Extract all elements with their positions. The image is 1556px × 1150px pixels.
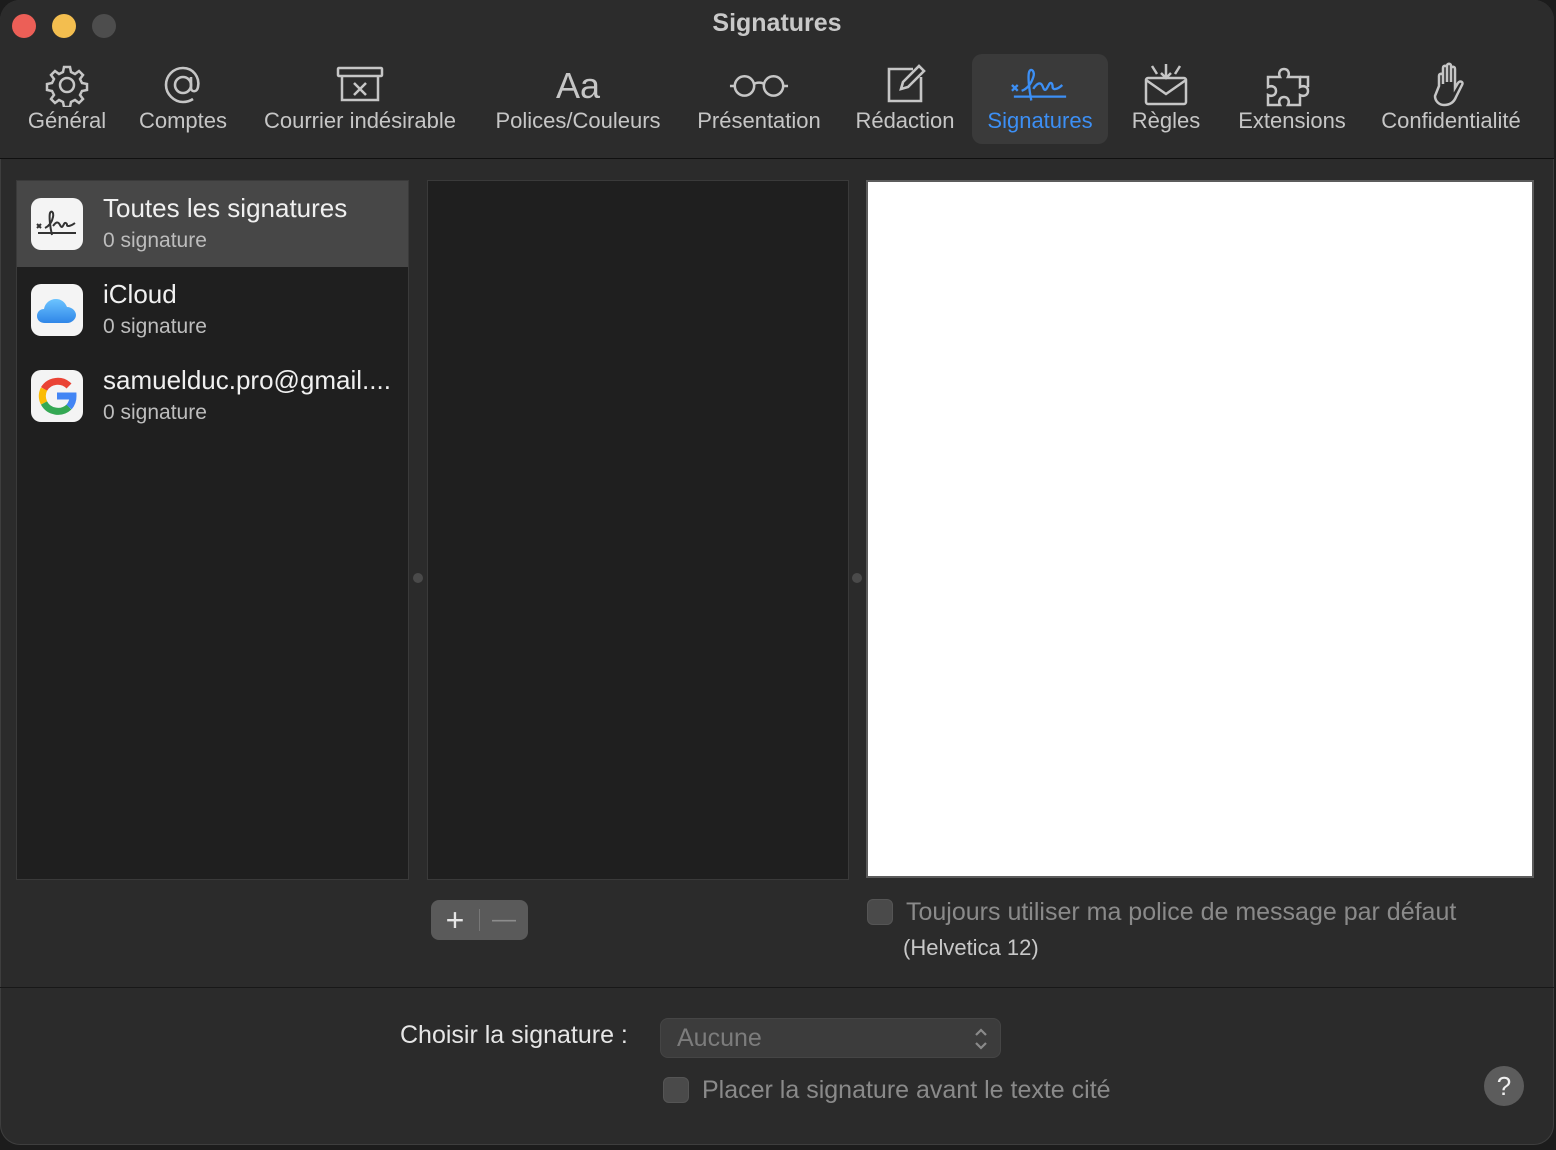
account-name: Toutes les signatures [103,193,348,223]
remove-signature-button[interactable]: — [480,900,528,940]
account-item-all-signatures[interactable]: Toutes les signatures 0 signature [17,181,408,267]
accounts-list: Toutes les signatures 0 signature iCloud… [16,180,409,880]
puzzle-icon [1262,62,1322,108]
tab-accounts[interactable]: Comptes [128,54,238,144]
fonts-icon: Aa [548,62,608,108]
window-title: Signatures [712,9,842,37]
choose-signature-value: Aucune [677,1024,762,1052]
google-icon [31,370,83,422]
default-font-checkbox[interactable] [867,899,893,925]
default-font-label: Toujours utiliser ma police de message p… [906,898,1457,926]
splitter-handle[interactable] [852,573,862,583]
gear-icon [37,62,97,108]
tab-junk[interactable]: Courrier indésirable [250,54,470,144]
hand-icon [1421,62,1481,108]
at-icon [153,62,213,108]
tab-general[interactable]: Général [16,54,118,144]
account-item-gmail[interactable]: samuelduc.pro@gmail.... 0 signature [17,353,408,439]
tab-extensions-label: Extensions [1238,108,1346,133]
tab-signatures-label: Signatures [987,108,1093,133]
tab-extensions[interactable]: Extensions [1226,54,1358,144]
tab-fonts-colors[interactable]: Aa Polices/Couleurs [484,54,672,144]
tab-rules-label: Règles [1131,108,1201,133]
compose-icon [875,62,935,108]
help-button[interactable]: ? [1484,1066,1524,1106]
place-before-quote-label: Placer la signature avant le texte cité [702,1076,1111,1104]
signature-editor[interactable] [866,180,1534,878]
account-item-icloud[interactable]: iCloud 0 signature [17,267,408,353]
junk-box-icon [330,62,390,108]
tab-accounts-label: Comptes [138,108,228,133]
account-signature-count: 0 signature [103,401,207,424]
section-divider [0,987,1554,988]
add-signature-button[interactable]: + [431,900,479,940]
chevron-up-down-icon [972,1025,990,1053]
account-signature-count: 0 signature [103,229,207,252]
background-strip [0,1145,1556,1150]
icloud-icon [31,284,83,336]
place-before-quote-checkbox[interactable] [663,1077,689,1103]
signatures-list[interactable] [427,180,849,880]
splitter-handle[interactable] [413,573,423,583]
tab-composing[interactable]: Rédaction [846,54,964,144]
tab-rules[interactable]: Règles [1120,54,1212,144]
toolbar: Signatures Général Comptes Courrier indé… [0,0,1554,159]
tab-junk-label: Courrier indésirable [264,108,456,133]
tab-privacy-label: Confidentialité [1381,108,1521,133]
tab-composing-label: Rédaction [855,108,955,133]
tab-general-label: Général [27,108,107,133]
rules-envelope-icon [1136,62,1196,108]
tab-viewing[interactable]: Présentation [686,54,832,144]
preferences-window: Signatures Général Comptes Courrier indé… [0,0,1554,1145]
tab-privacy[interactable]: Confidentialité [1368,54,1534,144]
choose-signature-popup[interactable]: Aucune [660,1018,1001,1058]
signature-icon [1010,62,1070,108]
account-name: iCloud [103,279,177,309]
account-name: samuelduc.pro@gmail.... [103,365,391,395]
tab-fonts-colors-label: Polices/Couleurs [495,108,661,133]
glasses-icon [729,62,789,108]
svg-text:Aa: Aa [556,65,601,105]
signature-app-icon [31,198,83,250]
tab-signatures[interactable]: Signatures [972,54,1108,144]
account-signature-count: 0 signature [103,315,207,338]
default-font-value: (Helvetica 12) [903,935,1039,960]
choose-signature-label: Choisir la signature : [400,1021,628,1049]
add-remove-control: + — [431,900,528,940]
tab-viewing-label: Présentation [697,108,821,133]
